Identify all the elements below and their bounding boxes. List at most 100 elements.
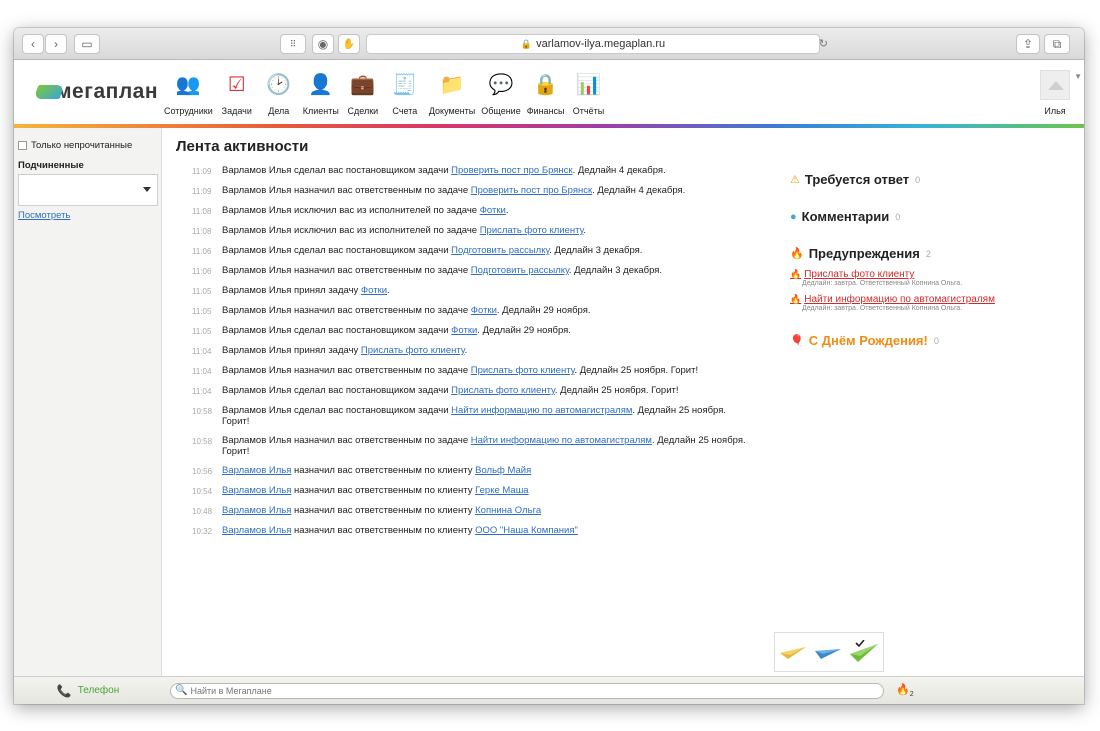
feed-link[interactable]: Фотки xyxy=(451,325,477,336)
user-menu[interactable]: ▼ Илья xyxy=(1040,70,1082,116)
nav-item-deals[interactable]: 💼 Сделки xyxy=(345,66,381,117)
nav-label: Документы xyxy=(428,106,476,116)
avatar[interactable] xyxy=(1040,70,1070,100)
feed-time: 11:09 xyxy=(192,187,212,196)
feed-fragment: . Дедлайн 25 ноября. Горит! xyxy=(554,385,679,396)
feed-fragment: . xyxy=(505,205,509,216)
tabs-button[interactable]: ⧉ xyxy=(1044,34,1070,54)
nav-label: Отчёты xyxy=(572,106,605,116)
comments-count: 0 xyxy=(895,211,901,222)
feed-link[interactable]: Подготовить рассылку xyxy=(451,245,549,256)
search-box[interactable]: 🔍 xyxy=(170,682,884,699)
feed-text: Варламов Илья назначил вас ответственным… xyxy=(222,525,578,536)
unread-only-checkbox[interactable] xyxy=(18,141,27,150)
feed-time: 11:05 xyxy=(192,327,212,336)
feed-fragment: . Дедлайн 4 декабря. xyxy=(592,185,686,196)
comments-section[interactable]: ● Комментарии 0 xyxy=(790,209,1010,224)
feed-link[interactable]: Варламов Илья xyxy=(222,465,291,476)
main-nav: 👥 Сотрудники ☑ Задачи 🕑 Дела 👤 Клиенты 💼 Сделки 🧾 С… xyxy=(164,66,613,117)
nav-item-documents[interactable]: 📁 Документы xyxy=(428,66,476,117)
share-button[interactable]: ⇪ xyxy=(1016,34,1040,54)
feed-row: 11:05 Варламов Илья сделал вас постановщи… xyxy=(192,325,752,337)
nav-item-clock[interactable]: 🕑 Дела xyxy=(261,66,297,117)
nav-label: Общение xyxy=(481,106,521,116)
chevron-down-icon[interactable]: ▼ xyxy=(1074,72,1082,81)
view-link[interactable]: Посмотреть xyxy=(18,210,70,221)
feed-time: 10:58 xyxy=(192,407,213,416)
fire-notifications[interactable]: 🔥2 xyxy=(896,683,914,698)
feed-link[interactable]: Прислать фото клиенту xyxy=(451,385,555,396)
feed-link[interactable]: Вольф Майя xyxy=(475,465,531,476)
green-plane-check-icon[interactable] xyxy=(850,640,879,664)
feed-link[interactable]: Фотки xyxy=(361,285,387,296)
warning-link[interactable]: 🔥 Найти информацию по автомагистралям xyxy=(790,294,1010,305)
warning-link-text: Прислать фото клиенту xyxy=(804,269,915,280)
feed-link[interactable]: Прислать фото клиенту xyxy=(361,345,465,356)
feed-time: 10:48 xyxy=(192,507,213,516)
phone-button[interactable]: 📞 Телефон xyxy=(14,684,162,698)
reply-required-section[interactable]: ⚠ Требуется ответ 0 xyxy=(790,172,1010,187)
phone-icon: 📞 xyxy=(56,683,72,698)
nav-item-tasks[interactable]: ☑ Задачи xyxy=(219,66,255,117)
yellow-plane-icon[interactable] xyxy=(779,643,806,661)
nav-item-invoices[interactable]: 🧾 Счета xyxy=(387,66,423,117)
feed-link[interactable]: ООО "Наша Компания" xyxy=(475,525,578,536)
address-bar[interactable]: 🔒 varlamov-ilya.megaplan.ru xyxy=(366,34,820,54)
comment-icon: ● xyxy=(790,210,797,223)
tabs-icon: ⧉ xyxy=(1052,36,1062,51)
feed-row: 11:09 Варламов Илья сделал вас постановщи… xyxy=(192,165,752,177)
feed-fragment: . Дедлайн 29 ноября. xyxy=(496,305,591,316)
warning-link[interactable]: 🔥 Прислать фото клиенту xyxy=(790,269,1010,280)
feed-link[interactable]: Варламов Илья xyxy=(222,485,291,496)
reload-icon[interactable]: ↻ xyxy=(819,37,828,50)
nav-item-employees[interactable]: 👥 Сотрудники xyxy=(164,66,213,117)
back-button[interactable]: ‹ xyxy=(22,34,44,54)
sidebar-toggle-button[interactable]: ▭ xyxy=(74,34,100,54)
unread-only-filter[interactable]: Только непрочитанные xyxy=(18,140,158,151)
feed-link[interactable]: Найти информацию по автомагистралям xyxy=(471,435,652,446)
feed-time: 10:32 xyxy=(192,527,213,536)
activity-feed-area: Лента активности 11:09 Варламов Илья сдел… xyxy=(162,128,1084,676)
feed-row: 10:48 Варламов Илья назначил вас ответств… xyxy=(192,505,752,517)
blue-plane-icon[interactable] xyxy=(814,643,841,661)
feed-link[interactable]: Найти информацию по автомагистралям xyxy=(451,405,632,416)
feed-link[interactable]: Проверить пост про Брянск xyxy=(451,165,572,176)
forward-button[interactable]: › xyxy=(45,34,67,54)
subordinates-select[interactable] xyxy=(18,174,158,206)
warnings-section[interactable]: 🔥 Предупреждения 2 xyxy=(790,246,1010,261)
warning-details: Дедлайн: завтра. Ответственный Копнина О… xyxy=(802,280,963,287)
nav-item-reports[interactable]: 📊 Отчёты xyxy=(571,66,607,117)
feed-time: 11:08 xyxy=(192,207,212,216)
feed-link[interactable]: Прислать фото клиенту xyxy=(471,365,575,376)
nav-item-safe[interactable]: 🔒 Финансы xyxy=(527,66,565,117)
feed-link[interactable]: Подготовить рассылку xyxy=(471,265,569,276)
app-logo[interactable]: мегаплан xyxy=(33,80,158,104)
nav-item-clients[interactable]: 👤 Клиенты xyxy=(303,66,339,117)
top-sites-button[interactable]: ⠿ xyxy=(280,34,306,54)
feed-link[interactable]: Проверить пост про Брянск xyxy=(471,185,592,196)
feed-time: 11:05 xyxy=(192,287,212,296)
clients-icon: 👤 xyxy=(308,73,334,96)
feed-fragment: . Дедлайн 4 декабря. xyxy=(572,165,666,176)
logo-mark-icon xyxy=(33,85,65,99)
feed-link[interactable]: Герке Маша xyxy=(475,485,528,496)
sidebar-icon: ▭ xyxy=(81,37,93,51)
invoices-icon: 🧾 xyxy=(392,73,418,96)
feed-text: Варламов Илья принял задачу Фотки. xyxy=(222,285,390,296)
feed-link[interactable]: Варламов Илья xyxy=(222,505,291,516)
feed-text: Варламов Илья сделал вас постановщиком з… xyxy=(222,385,679,396)
feed-link[interactable]: Копнина Ольга xyxy=(475,505,541,516)
nav-label: Задачи xyxy=(221,106,252,116)
feed-link[interactable]: Фотки xyxy=(471,305,497,316)
feed-fragment: . Дедлайн 29 ноября. xyxy=(477,325,571,336)
nav-item-chat[interactable]: 💬 Общение xyxy=(481,66,521,117)
feed-link[interactable]: Прислать фото клиенту xyxy=(480,225,584,236)
extension-button-2[interactable]: ✋ xyxy=(338,34,360,54)
search-input[interactable] xyxy=(190,685,883,696)
feed-fragment: Варламов Илья принял задачу xyxy=(222,345,361,356)
birthday-section[interactable]: 🎈 С Днём Рождения! 0 xyxy=(790,333,1010,348)
feed-link[interactable]: Варламов Илья xyxy=(222,525,291,536)
feed-link[interactable]: Фотки xyxy=(480,205,506,216)
feed-text: Варламов Илья сделал вас постановщиком з… xyxy=(222,245,642,256)
extension-button[interactable]: ◉ xyxy=(312,34,334,54)
